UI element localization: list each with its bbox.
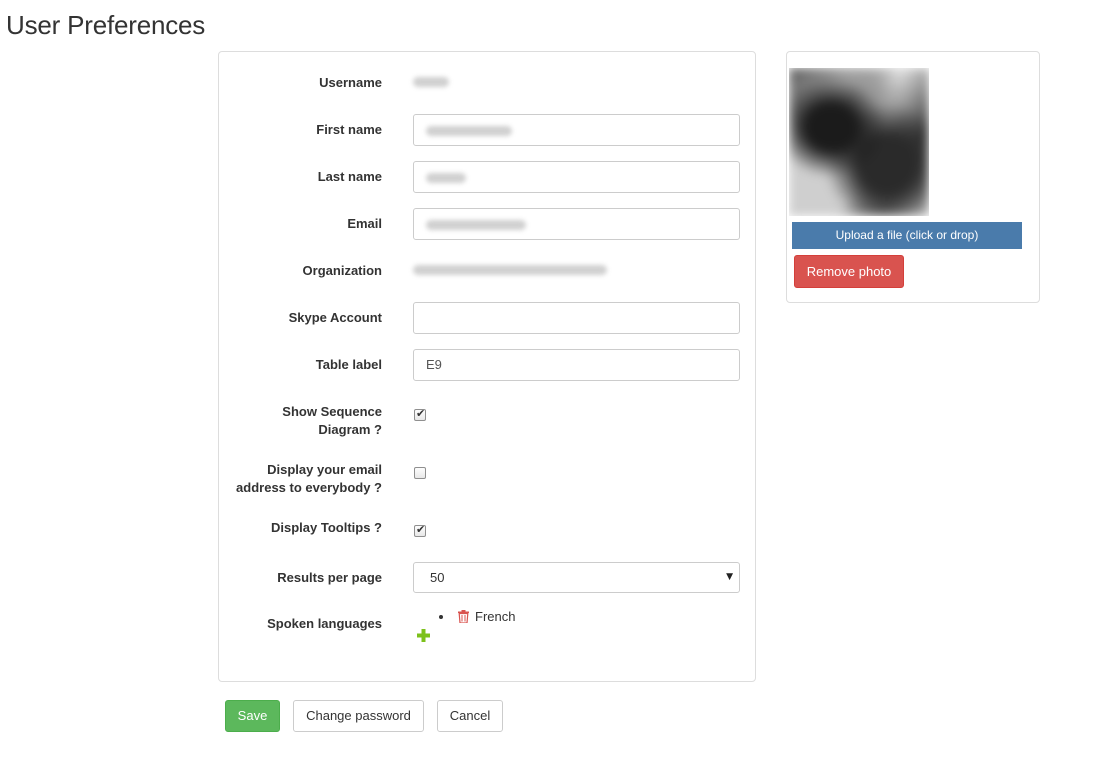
email-label: Email bbox=[347, 216, 382, 231]
email-input[interactable] bbox=[413, 208, 740, 240]
avatar bbox=[789, 68, 929, 216]
results-per-page-row: Results per page 50 ▼ bbox=[219, 562, 755, 593]
table-label-input[interactable]: E9 bbox=[413, 349, 740, 381]
show-sequence-label-line1: Show Sequence bbox=[282, 404, 382, 419]
show-sequence-label-line2: Diagram ? bbox=[318, 422, 382, 437]
language-list: French bbox=[414, 607, 741, 627]
plus-icon[interactable] bbox=[417, 629, 430, 642]
spoken-languages-label: Spoken languages bbox=[267, 616, 382, 631]
email-blurred-text bbox=[426, 220, 526, 230]
display-tooltips-field bbox=[414, 523, 428, 537]
display-tooltips-checkbox[interactable] bbox=[414, 523, 426, 537]
table-label-label: Table label bbox=[315, 357, 382, 372]
organization-value bbox=[413, 258, 740, 276]
display-email-label-line2: address to everybody ? bbox=[236, 480, 382, 495]
results-per-page-label: Results per page bbox=[277, 570, 382, 585]
display-email-label: Display your email address to everybody … bbox=[192, 461, 382, 497]
username-label: Username bbox=[319, 75, 382, 90]
show-sequence-field bbox=[414, 407, 428, 421]
spoken-languages-field: French bbox=[414, 607, 741, 651]
avatar-image bbox=[789, 68, 929, 216]
show-sequence-checkbox[interactable] bbox=[414, 407, 426, 421]
skype-label: Skype Account bbox=[288, 310, 382, 325]
organization-blurred-text bbox=[413, 265, 607, 275]
upload-photo-button[interactable]: Upload a file (click or drop) bbox=[792, 222, 1022, 249]
first-name-label: First name bbox=[316, 122, 382, 137]
display-email-label-line1: Display your email bbox=[267, 462, 382, 477]
results-per-page-select[interactable]: 50 ▼ bbox=[413, 562, 740, 593]
chevron-down-icon: ▼ bbox=[726, 572, 733, 582]
change-password-button[interactable]: Change password bbox=[293, 700, 424, 732]
cancel-button[interactable]: Cancel bbox=[437, 700, 503, 732]
remove-photo-button[interactable]: Remove photo bbox=[794, 255, 904, 288]
username-blurred-text bbox=[413, 77, 449, 87]
first-name-input[interactable] bbox=[413, 114, 740, 146]
language-item: French bbox=[414, 607, 741, 627]
organization-label: Organization bbox=[302, 263, 382, 278]
display-email-checkbox[interactable] bbox=[414, 467, 426, 479]
first-name-blurred-text bbox=[426, 126, 512, 136]
username-value bbox=[413, 70, 740, 88]
page-title: User Preferences bbox=[6, 10, 206, 40]
language-name: French bbox=[475, 609, 516, 624]
trash-icon[interactable] bbox=[458, 610, 469, 623]
last-name-blurred-text bbox=[426, 173, 466, 183]
last-name-input[interactable] bbox=[413, 161, 740, 193]
list-bullet bbox=[439, 615, 443, 619]
profile-photo-panel: Upload a file (click or drop) Remove pho… bbox=[786, 51, 1040, 303]
skype-input[interactable] bbox=[413, 302, 740, 334]
last-name-label: Last name bbox=[317, 169, 382, 184]
save-button[interactable]: Save bbox=[225, 700, 280, 732]
display-tooltips-label: Display Tooltips ? bbox=[271, 520, 382, 535]
display-email-field bbox=[414, 467, 428, 479]
results-per-page-value: 50 bbox=[430, 570, 445, 585]
show-sequence-label: Show Sequence Diagram ? bbox=[222, 403, 382, 439]
preferences-form-panel: Username First name Last name Email Orga… bbox=[218, 51, 756, 682]
